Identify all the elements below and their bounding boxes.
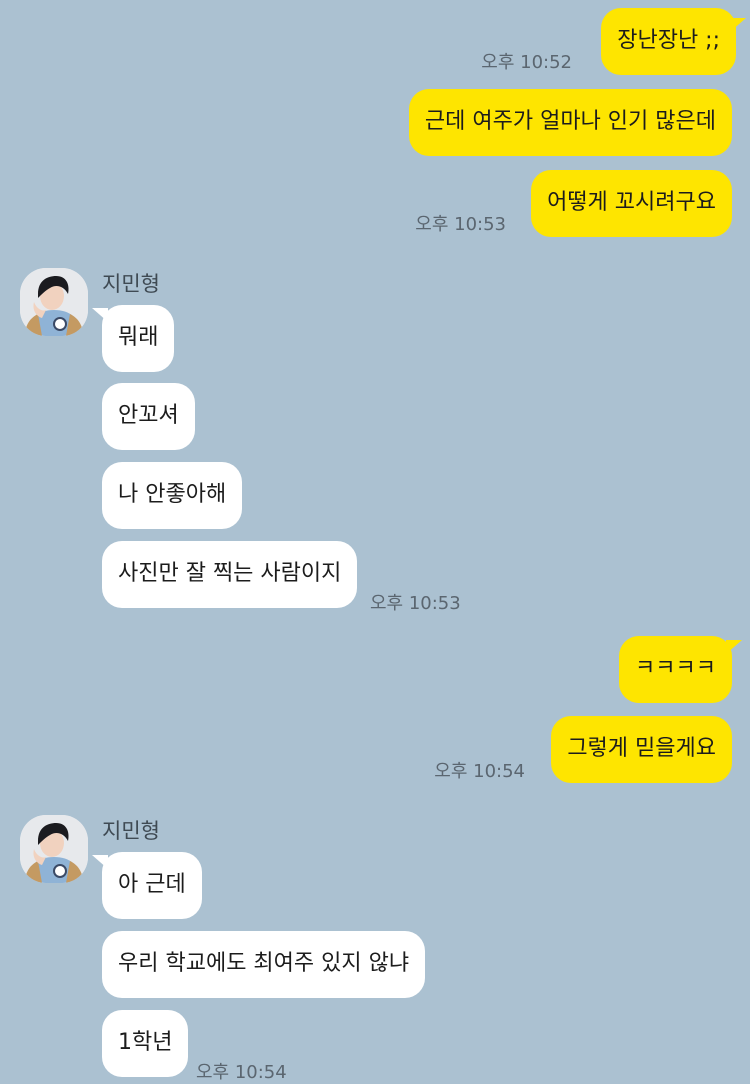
message-bubble-sent[interactable]: ㅋㅋㅋㅋ (619, 636, 732, 703)
message-time: 오후 10:52 (481, 52, 572, 73)
message-text: 아 근데 (118, 872, 186, 897)
message-text: 나 안좋아해 (118, 482, 227, 507)
bubble-tail (726, 640, 742, 654)
message-text: 우리 학교에도 최여주 있지 않냐 (118, 951, 410, 976)
avatar[interactable] (20, 815, 88, 883)
bubble-tail (92, 308, 108, 322)
sender-name: 지민형 (102, 819, 160, 843)
message-text: ㅋㅋㅋㅋ (635, 656, 716, 681)
profile-photo-icon (20, 815, 88, 883)
message-bubble-received[interactable]: 뭐래 (102, 305, 175, 372)
message-bubble-sent[interactable]: 그렇게 믿을게요 (551, 716, 732, 783)
message-text: 안꼬셔 (118, 403, 179, 428)
message-time: 오후 10:54 (434, 761, 525, 782)
message-bubble-sent[interactable]: 어떻게 꼬시려구요 (531, 170, 732, 237)
profile-photo-icon (20, 268, 88, 336)
message-bubble-sent[interactable]: 근데 여주가 얼마나 인기 많은데 (408, 89, 732, 156)
sender-name: 지민형 (102, 272, 160, 296)
message-time: 오후 10:53 (415, 214, 506, 235)
message-text: 근데 여주가 얼마나 인기 많은데 (424, 109, 716, 134)
message-text: 뭐래 (118, 325, 159, 350)
bubble-tail (92, 855, 108, 869)
message-text: 그렇게 믿을게요 (567, 736, 716, 761)
message-bubble-received[interactable]: 사진만 잘 찍는 사람이지 (102, 541, 358, 608)
message-text: 어떻게 꼬시려구요 (547, 190, 716, 215)
message-bubble-received[interactable]: 안꼬셔 (102, 383, 195, 450)
message-text: 사진만 잘 찍는 사람이지 (118, 561, 342, 586)
message-bubble-sent[interactable]: 장난장난 ;; (601, 8, 736, 75)
message-bubble-received[interactable]: 아 근데 (102, 852, 202, 919)
message-time: 오후 10:53 (370, 593, 461, 614)
bubble-tail (730, 18, 746, 32)
message-bubble-received[interactable]: 나 안좋아해 (102, 462, 243, 529)
avatar[interactable] (20, 268, 88, 336)
message-bubble-received[interactable]: 우리 학교에도 최여주 있지 않냐 (102, 931, 426, 998)
message-time: 오후 10:54 (196, 1062, 287, 1083)
message-text: 1학년 (118, 1030, 173, 1055)
message-text: 장난장난 ;; (617, 28, 720, 53)
message-bubble-received[interactable]: 1학년 (102, 1010, 189, 1077)
